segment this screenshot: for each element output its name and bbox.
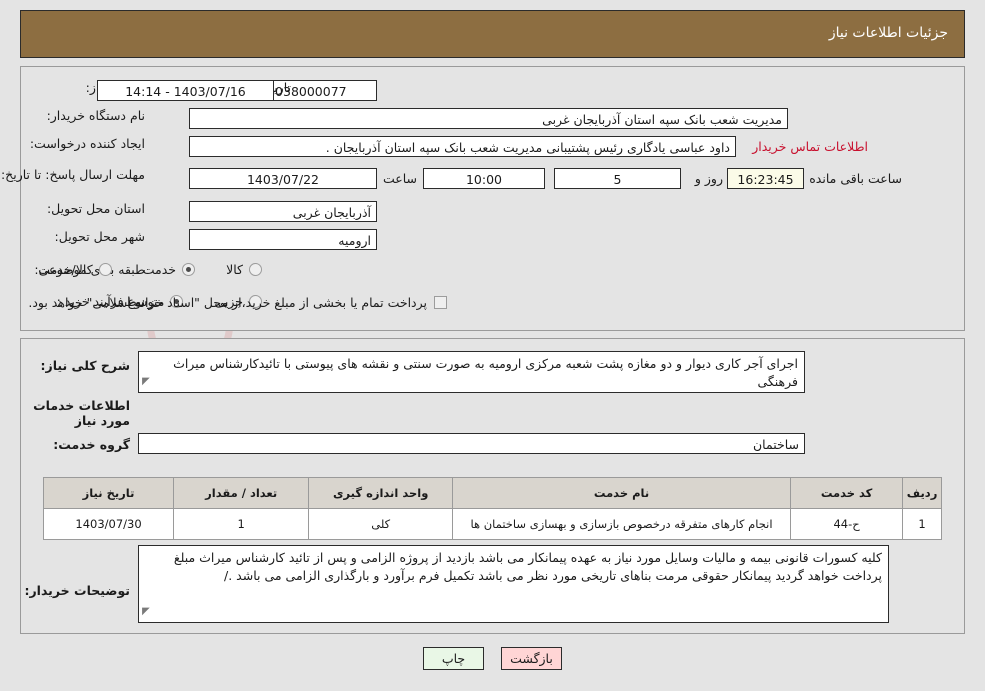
table-row: 1 ح-44 انجام کارهای متفرقه درخصوص بازساز… — [42, 508, 942, 540]
buyer-org-row: نام دستگاه خریدار: — [47, 108, 145, 123]
treasury-checkbox-label: پرداخت تمام یا بخشی از مبلغ خرید،از محل … — [28, 295, 427, 310]
service-group-value[interactable]: ساختمان — [138, 433, 805, 454]
remaining-time-unit: ساعت باقی مانده — [809, 171, 902, 186]
description-label: شرح کلی نیاز: — [40, 358, 130, 373]
city-row: شهر محل تحویل: — [55, 229, 145, 244]
radio-khedmat[interactable] — [182, 263, 196, 276]
requester-row: ایجاد کننده درخواست: — [30, 136, 145, 151]
buyer-notes-textarea[interactable]: کلیه کسورات قانونی بیمه و مالیات وسایل م… — [138, 545, 889, 623]
announce-datetime-value[interactable]: 1403/07/16 - 14:14 — [97, 80, 274, 101]
col-service-name: نام خدمت — [451, 477, 792, 509]
category-option-khedmat-label: خدمت — [142, 262, 177, 277]
col-unit: واحد اندازه گیری — [308, 477, 453, 509]
category-option-kala-label: کالا — [226, 262, 243, 277]
deadline-date[interactable]: 1403/07/22 — [189, 168, 377, 189]
service-group-label: گروه خدمت: — [53, 437, 130, 452]
col-row-no: ردیف — [902, 477, 942, 509]
radio-kala[interactable] — [249, 263, 262, 276]
col-service-code: کد خدمت — [790, 477, 904, 509]
buyer-notes-value: کلیه کسورات قانونی بیمه و مالیات وسایل م… — [173, 550, 882, 583]
treasury-checkbox-row[interactable]: پرداخت تمام یا بخشی از مبلغ خرید،از محل … — [28, 295, 447, 310]
col-need-date: تاریخ نیاز — [42, 477, 175, 509]
page-root: IraniTender.net جزئیات اطلاعات نیاز شمار… — [0, 0, 985, 691]
print-button[interactable]: چاپ — [423, 647, 484, 670]
deadline-hour-label: ساعت — [382, 171, 417, 186]
province-label: استان محل تحویل: — [46, 201, 145, 216]
services-heading: اطلاعات خدمات مورد نیاز — [33, 398, 130, 428]
province-value[interactable]: آذربایجان غربی — [189, 201, 377, 222]
buyer-notes-label: توضیحات خریدار: — [24, 583, 130, 598]
city-label: شهر محل تحویل: — [54, 229, 145, 244]
deadline-row: مهلت ارسال پاسخ: تا تاریخ: — [1, 164, 145, 183]
remaining-days-unit: روز و — [694, 171, 723, 186]
resize-grip-icon[interactable]: ◥ — [142, 373, 150, 391]
button-bar: بازگشت چاپ — [0, 647, 985, 670]
page-title: جزئیات اطلاعات نیاز — [828, 25, 948, 41]
category-option-khedmat[interactable]: خدمت — [142, 262, 196, 277]
deadline-hour[interactable]: 10:00 — [423, 168, 545, 189]
cell-need-date: 1403/07/30 — [42, 508, 175, 540]
requester-label: ایجاد کننده درخواست: — [29, 136, 145, 151]
services-table: ردیف کد خدمت نام خدمت واحد اندازه گیری ت… — [42, 477, 942, 540]
table-header-row: ردیف کد خدمت نام خدمت واحد اندازه گیری ت… — [42, 477, 942, 509]
category-option-kala[interactable]: کالا — [226, 262, 262, 277]
description-value: اجرای آجر کاری دیوار و دو مغازه پشت شعبه… — [173, 356, 798, 389]
cell-quantity: 1 — [173, 508, 310, 540]
province-row: استان محل تحویل: — [47, 201, 145, 216]
cell-row-no: 1 — [902, 508, 942, 540]
deadline-label: مهلت ارسال پاسخ: تا تاریخ: — [0, 167, 145, 182]
need-info-panel — [20, 66, 965, 331]
category-options: کالا خدمت کالا/خدمت — [12, 261, 262, 280]
buyer-org-label: نام دستگاه خریدار: — [46, 108, 145, 123]
cell-service-code: ح-44 — [790, 508, 904, 540]
requester-value[interactable]: داود عباسی یادگاری رئیس پشتیبانی مدیریت … — [189, 136, 736, 157]
remaining-days[interactable]: 5 — [554, 168, 681, 189]
header-bar: جزئیات اطلاعات نیاز — [20, 10, 965, 58]
radio-kala-khedmat[interactable] — [98, 263, 112, 276]
category-option-kala-khedmat[interactable]: کالا/خدمت — [38, 262, 112, 277]
back-button[interactable]: بازگشت — [501, 647, 562, 670]
resize-grip-icon-notes[interactable]: ◥ — [142, 603, 150, 621]
cell-unit: کلی — [308, 508, 453, 540]
treasury-checkbox[interactable] — [434, 296, 447, 309]
buyer-contact-link[interactable]: اطلاعات تماس خریدار — [752, 139, 868, 154]
buyer-org-value[interactable]: مدیریت شعب بانک سپه استان آذربایجان غربی — [189, 108, 788, 129]
cell-service-name: انجام کارهای متفرقه درخصوص بازسازی و بهس… — [451, 508, 792, 540]
city-value[interactable]: ارومیه — [189, 229, 377, 250]
category-option-kala-khedmat-label: کالا/خدمت — [38, 262, 93, 277]
remaining-time[interactable]: 16:23:45 — [727, 168, 804, 189]
description-textarea[interactable]: اجرای آجر کاری دیوار و دو مغازه پشت شعبه… — [138, 351, 805, 393]
col-quantity: تعداد / مقدار — [173, 477, 310, 509]
